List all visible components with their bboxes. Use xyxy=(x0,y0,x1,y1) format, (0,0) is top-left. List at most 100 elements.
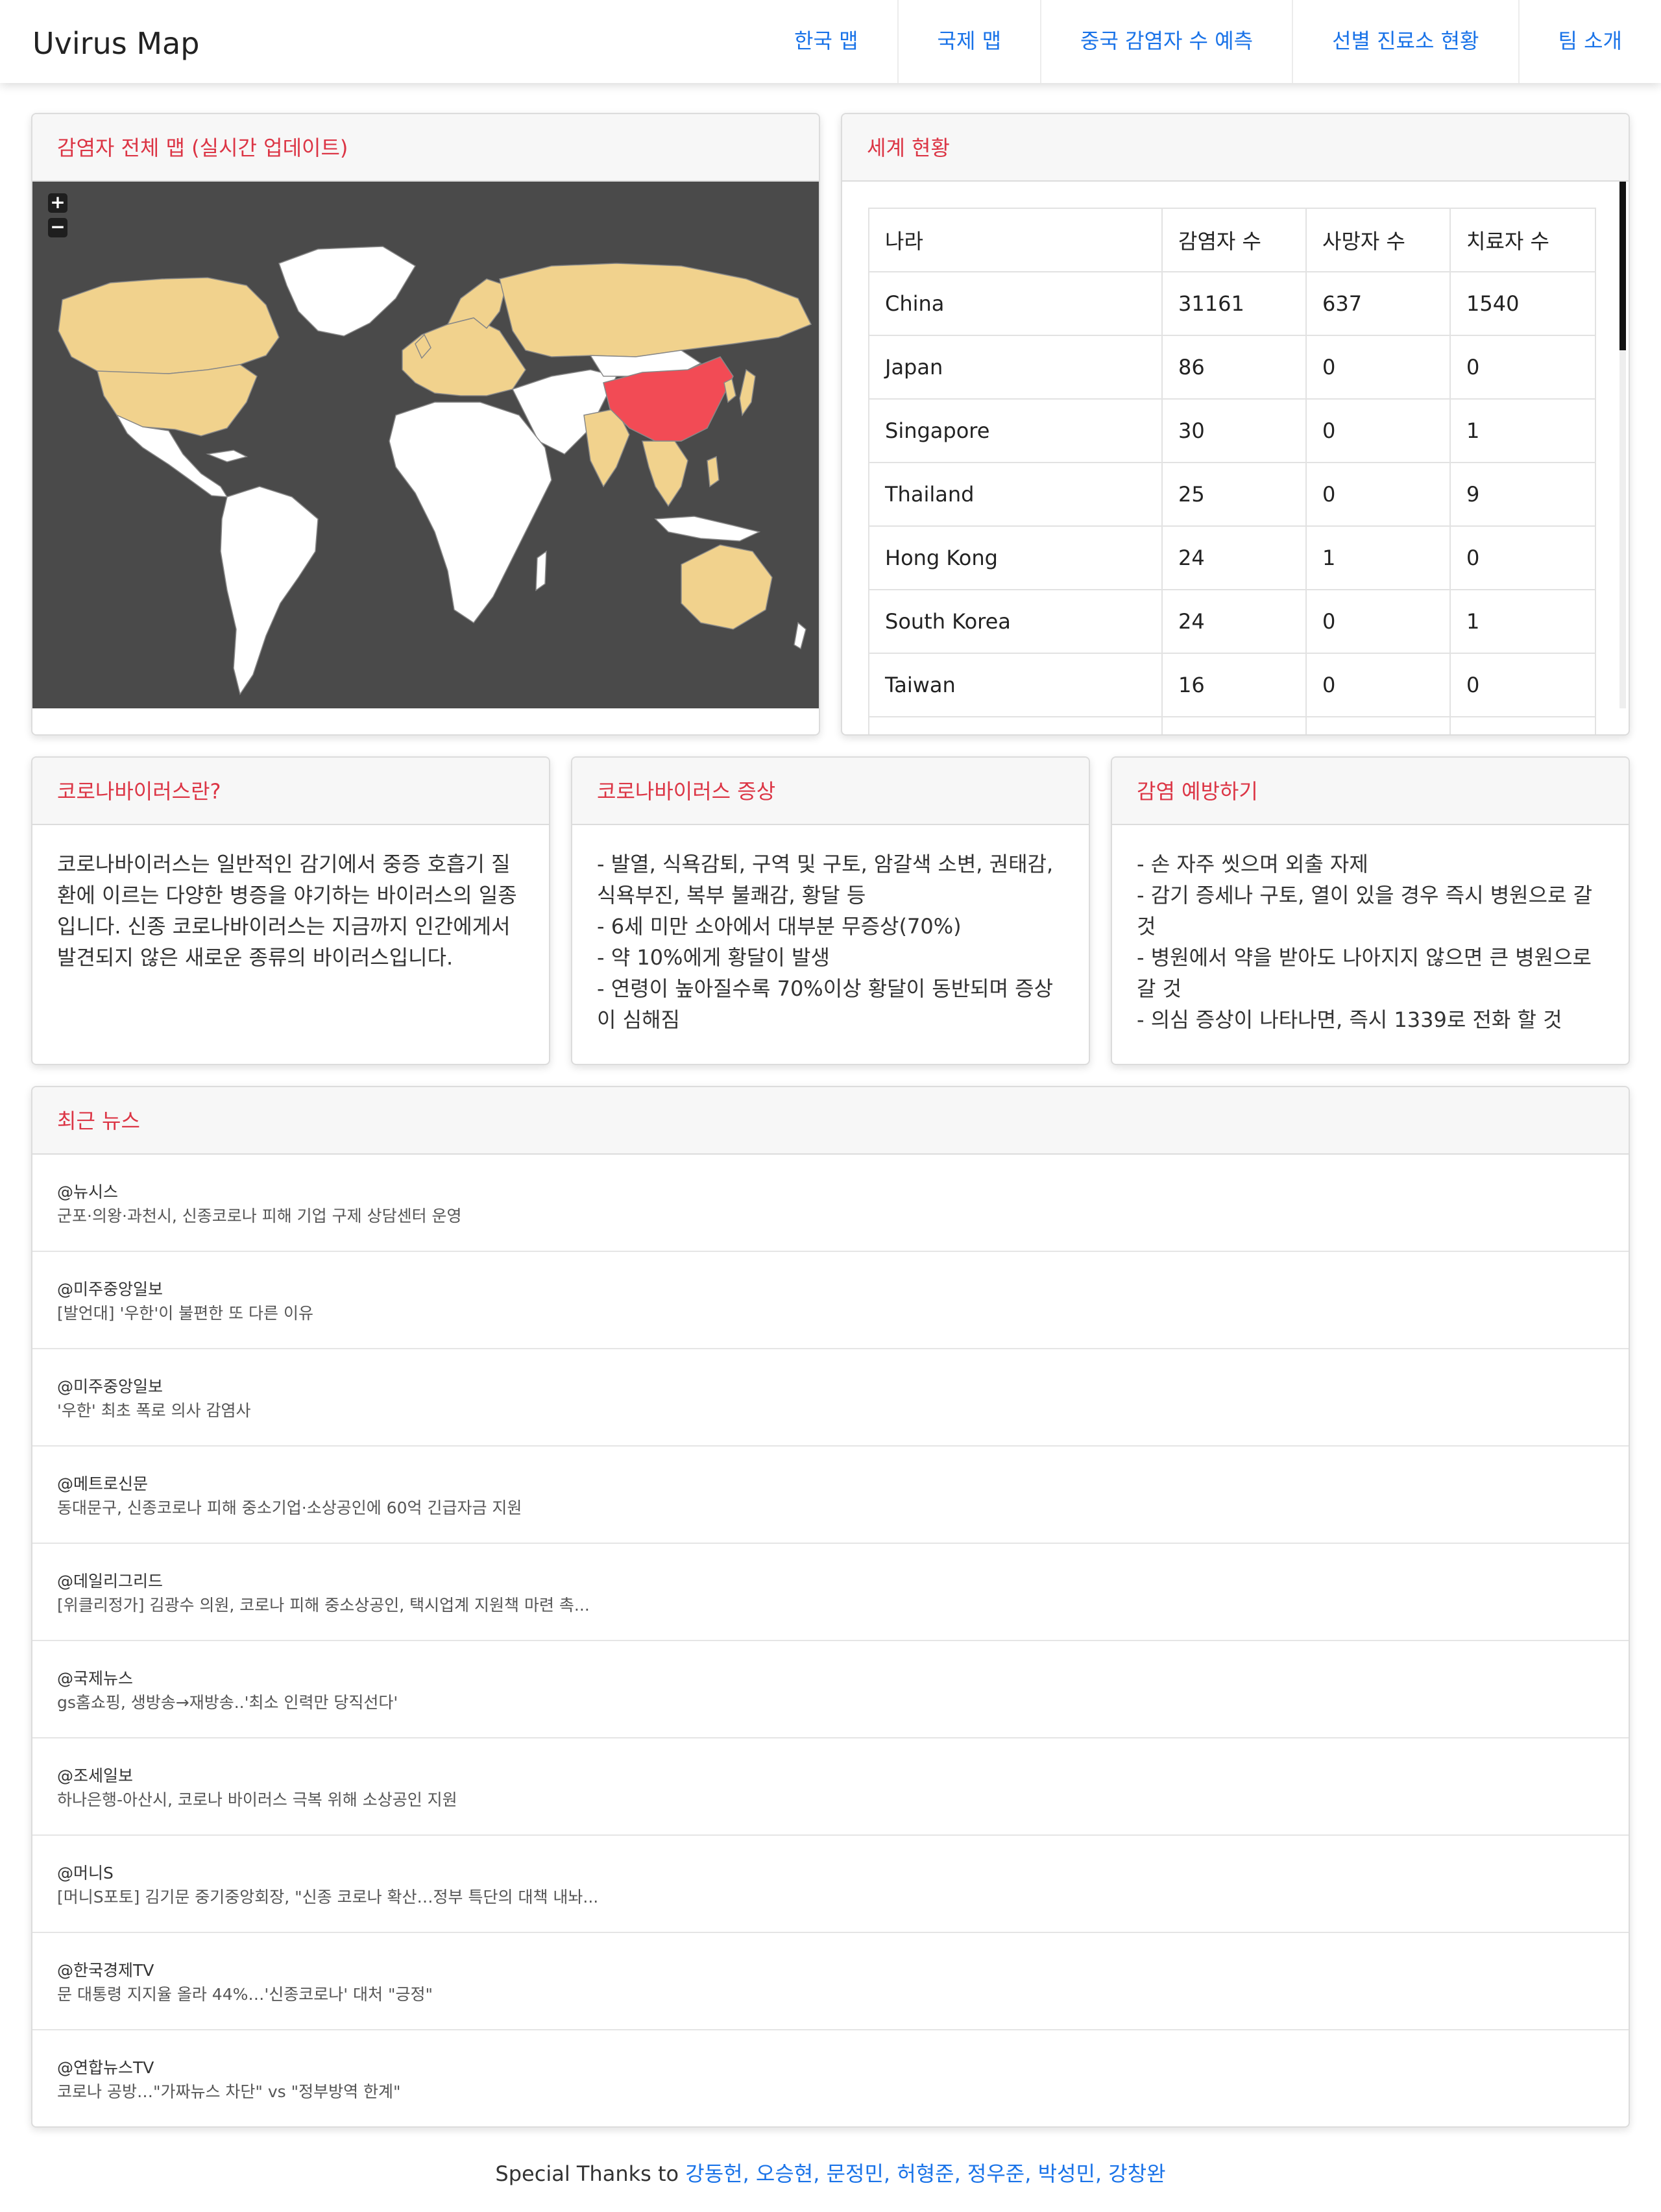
cell-infected: 24 xyxy=(1161,589,1307,654)
table-header-row: 나라 감염자 수 사망자 수 치료자 수 xyxy=(868,208,1596,272)
news-source: @국제뉴스 xyxy=(57,1669,134,1688)
prevention-body: - 손 자주 씻으며 외출 자제 - 감기 증세나 구토, 열이 있을 경우 즉… xyxy=(1112,825,1629,1057)
cell-infected: 25 xyxy=(1161,462,1307,527)
news-source: @한국경제TV xyxy=(57,1961,154,1980)
cell-recovered: 0 xyxy=(1449,653,1596,717)
prevention-line: - 병원에서 약을 받아도 나아지지 않으면 큰 병원으로 xyxy=(1137,945,1592,970)
prevention-line: 것 xyxy=(1137,914,1156,939)
brand-logo[interactable]: Uvirus Map xyxy=(32,0,199,83)
header-recovered: 치료자 수 xyxy=(1449,208,1596,272)
nav-screening-clinics[interactable]: 선별 진료소 현황 xyxy=(1292,0,1518,83)
footer: Special Thanks to 강동헌, 오승현, 문정민, 허형준, 정우… xyxy=(0,2158,1661,2187)
news-headline[interactable]: '우한' 최초 폭로 의사 감염사 xyxy=(57,1399,1604,1423)
cell-recovered: 1540 xyxy=(1449,271,1596,336)
news-item[interactable]: @메트로신문 동대문구, 신종코로나 피해 중소기업·소상공인에 60억 긴급자… xyxy=(32,1447,1629,1544)
map-region-japan xyxy=(739,368,756,416)
world-status-table-wrap[interactable]: 나라 감염자 수 사망자 수 치료자 수 China 31161 637 154… xyxy=(868,208,1596,734)
news-item[interactable]: @미주중앙일보 '우한' 최초 폭로 의사 감염사 xyxy=(32,1349,1629,1447)
symptom-line: 이 심해짐 xyxy=(597,1007,680,1032)
map-region-philippines xyxy=(707,455,720,488)
footer-prefix: Special Thanks to xyxy=(495,2161,686,2186)
news-item[interactable]: @미주중앙일보 [발언대] '우한'이 불편한 또 다른 이유 xyxy=(32,1252,1629,1349)
cell-infected xyxy=(1161,716,1307,734)
news-headline[interactable]: 동대문구, 신종코로나 피해 중소기업·소상공인에 60억 긴급자금 지원 xyxy=(57,1496,1604,1521)
news-headline[interactable]: 하나은행-아산시, 코로나 바이러스 극복 위해 소상공인 지원 xyxy=(57,1788,1604,1812)
news-source: @데일리그리드 xyxy=(57,1572,164,1591)
map-region-australia xyxy=(681,544,773,630)
news-item[interactable]: @조세일보 하나은행-아산시, 코로나 바이러스 극복 위해 소상공인 지원 xyxy=(32,1738,1629,1836)
news-headline[interactable]: [발언대] '우한'이 불편한 또 다른 이유 xyxy=(57,1301,1604,1326)
news-source: @메트로신문 xyxy=(57,1474,149,1493)
table-row: China 31161 637 1540 xyxy=(868,271,1596,336)
map-region-usa xyxy=(97,364,258,437)
map-region-caribbean xyxy=(206,450,249,463)
symptoms-card: 코로나바이러스 증상 - 발열, 식욕감퇴, 구역 및 구토, 암갈색 소변, … xyxy=(571,756,1090,1065)
table-row: South Korea 24 0 1 xyxy=(868,589,1596,654)
zoom-in-button[interactable]: + xyxy=(48,193,67,213)
footer-contributors[interactable]: 강동헌, 오승현, 문정민, 허형준, 정우준, 박성민, 강창완 xyxy=(685,2161,1165,2186)
cell-recovered: 1 xyxy=(1449,398,1596,463)
cell-deaths: 1 xyxy=(1305,525,1451,590)
news-headline[interactable]: [머니S포토] 김기문 중기중앙회장, "신종 코로나 확산…정부 특단의 대책… xyxy=(57,1885,1604,1910)
cell-deaths: 0 xyxy=(1305,398,1451,463)
header-deaths: 사망자 수 xyxy=(1305,208,1451,272)
news-item[interactable]: @뉴시스 군포·의왕·과천시, 신종코로나 피해 기업 구제 상담센터 운영 xyxy=(32,1155,1629,1252)
news-headline[interactable]: 문 대통령 지지율 올라 44%…'신종코로나' 대처 "긍정" xyxy=(57,1982,1604,2007)
world-status-card: 세계 현황 나라 감염자 수 사망자 수 치료자 수 China 31161 6… xyxy=(841,113,1630,736)
header-country: 나라 xyxy=(868,208,1163,272)
zoom-out-button[interactable]: − xyxy=(48,218,67,237)
table-row xyxy=(868,716,1596,734)
corona-info-line: 발견되지 않은 새로운 종류의 바이러스입니다. xyxy=(57,945,454,970)
symptom-line: - 약 10%에게 황달이 발생 xyxy=(597,945,830,970)
map-region-south-america xyxy=(220,486,319,695)
news-item[interactable]: @국제뉴스 gs홈쇼핑, 생방송→재방송..'최소 인력만 당직선다' xyxy=(32,1641,1629,1738)
news-headline[interactable]: gs홈쇼핑, 생방송→재방송..'최소 인력만 당직선다' xyxy=(57,1690,1604,1715)
news-headline[interactable]: 코로나 공방…"가짜뉴스 차단" vs "정부방역 한계" xyxy=(57,2080,1604,2104)
symptom-line: - 연령이 높아질수록 70%이상 황달이 동반되며 증상 xyxy=(597,976,1054,1001)
prevention-line: 갈 것 xyxy=(1137,976,1182,1001)
cell-recovered: 0 xyxy=(1449,335,1596,400)
news-card: 최근 뉴스 @뉴시스 군포·의왕·과천시, 신종코로나 피해 기업 구제 상담센… xyxy=(31,1086,1630,2128)
news-item[interactable]: @데일리그리드 [위클리정가] 김광수 의원, 코로나 피해 중소상공인, 택시… xyxy=(32,1544,1629,1641)
table-row: Hong Kong 24 1 0 xyxy=(868,525,1596,590)
symptoms-body: - 발열, 식욕감퇴, 구역 및 구토, 암갈색 소변, 권태감, 식욕부진, … xyxy=(572,825,1089,1057)
nav-team-intro[interactable]: 팀 소개 xyxy=(1518,0,1661,83)
news-item[interactable]: @머니S [머니S포토] 김기문 중기중앙회장, "신종 코로나 확산…정부 특… xyxy=(32,1836,1629,1933)
symptom-line: - 6세 미만 소아에서 대부분 무증상(70%) xyxy=(597,914,962,939)
world-map-svg xyxy=(58,246,812,695)
cell-country: Hong Kong xyxy=(868,525,1163,590)
news-item[interactable]: @한국경제TV 문 대통령 지지율 올라 44%…'신종코로나' 대처 "긍정" xyxy=(32,1933,1629,2030)
news-title: 최근 뉴스 xyxy=(32,1087,1629,1155)
cell-country xyxy=(868,716,1163,734)
cell-deaths: 0 xyxy=(1305,335,1451,400)
nav-china-prediction[interactable]: 중국 감염자 수 예측 xyxy=(1040,0,1292,83)
cell-infected: 16 xyxy=(1161,653,1307,717)
nav-korea-map[interactable]: 한국 맵 xyxy=(755,0,897,83)
cell-recovered: 0 xyxy=(1449,525,1596,590)
nav-world-map[interactable]: 국제 맵 xyxy=(897,0,1041,83)
map-region-africa xyxy=(389,402,552,624)
news-headline[interactable]: [위클리정가] 김광수 의원, 코로나 피해 중소상공인, 택시업계 지원책 마… xyxy=(57,1593,1604,1618)
news-item[interactable]: @연합뉴스TV 코로나 공방…"가짜뉴스 차단" vs "정부방역 한계" xyxy=(32,2030,1629,2126)
symptom-line: 식욕부진, 복부 불쾌감, 황달 등 xyxy=(597,883,866,908)
world-status-table: 나라 감염자 수 사망자 수 치료자 수 China 31161 637 154… xyxy=(868,208,1596,734)
news-headline[interactable]: 군포·의왕·과천시, 신종코로나 피해 기업 구제 상담센터 운영 xyxy=(57,1204,1604,1229)
cell-country: Taiwan xyxy=(868,653,1163,717)
cell-recovered: 9 xyxy=(1449,462,1596,527)
corona-info-card: 코로나바이러스란? 코로나바이러스는 일반적인 감기에서 중증 호흡기 질 환에… xyxy=(31,756,550,1065)
corona-info-line: 입니다. 신종 코로나바이러스는 지금까지 인간에게서 xyxy=(57,914,511,939)
map-region-scandinavia xyxy=(446,278,507,330)
table-row: Taiwan 16 0 0 xyxy=(868,653,1596,717)
world-map[interactable]: + − xyxy=(32,182,819,708)
table-row: Japan 86 0 0 xyxy=(868,335,1596,400)
corona-info-body: 코로나바이러스는 일반적인 감기에서 중증 호흡기 질 환에 이르는 다양한 병… xyxy=(32,825,549,995)
map-region-new-zealand xyxy=(794,621,806,650)
news-source: @연합뉴스TV xyxy=(57,2058,154,2077)
cell-recovered xyxy=(1449,716,1596,734)
table-scrollbar-thumb[interactable] xyxy=(1619,182,1626,350)
symptom-line: - 발열, 식욕감퇴, 구역 및 구토, 암갈색 소변, 권태감, xyxy=(597,852,1054,876)
map-region-korea xyxy=(723,378,736,403)
prevention-card: 감염 예방하기 - 손 자주 씻으며 외출 자제 - 감기 증세나 구토, 열이… xyxy=(1111,756,1630,1065)
news-source: @머니S xyxy=(57,1864,114,1882)
map-region-canada xyxy=(58,277,280,374)
